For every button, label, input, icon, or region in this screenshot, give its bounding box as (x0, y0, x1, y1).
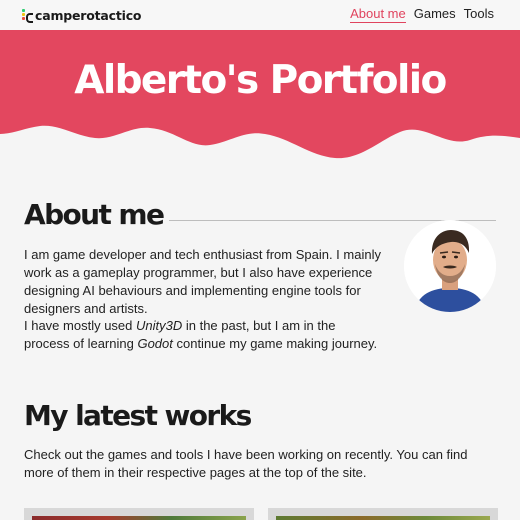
about-heading: About me (24, 198, 165, 231)
nav-links: About me Games Tools (350, 6, 494, 23)
work-card-2[interactable] (268, 508, 498, 520)
work-card-2-thumbnail (276, 516, 490, 520)
works-intro: Check out the games and tools I have bee… (24, 447, 468, 480)
avatar-portrait-image (404, 220, 496, 312)
about-paragraph-2-text-a: I have mostly used (24, 318, 136, 333)
navbar: camperotactico About me Games Tools (0, 0, 520, 30)
works-heading: My latest works (24, 399, 252, 432)
godot-emphasis: Godot (137, 336, 173, 351)
work-card-1-thumbnail (32, 516, 246, 520)
hero-banner: Alberto's Portfolio (0, 30, 520, 165)
about-paragraph-1: I am game developer and tech enthusiast … (24, 247, 381, 316)
works-heading-row: My latest works (24, 399, 252, 432)
nav-link-about-me[interactable]: About me (350, 6, 406, 23)
hero-title: Alberto's Portfolio (74, 58, 447, 103)
about-paragraph-2: I have mostly used Unity3D in the past, … (24, 317, 384, 353)
nav-link-tools[interactable]: Tools (464, 6, 494, 23)
work-card-1[interactable] (24, 508, 254, 520)
avatar (404, 220, 496, 312)
unity3d-emphasis: Unity3D (136, 318, 183, 333)
brand[interactable]: camperotactico (22, 7, 142, 23)
brand-logo-icon (22, 8, 33, 23)
nav-link-games[interactable]: Games (414, 6, 456, 23)
page: camperotactico About me Games Tools Albe… (0, 0, 520, 520)
about-paragraph-2-text-c: continue my game making journey. (172, 336, 378, 351)
brand-name: camperotactico (35, 7, 142, 23)
